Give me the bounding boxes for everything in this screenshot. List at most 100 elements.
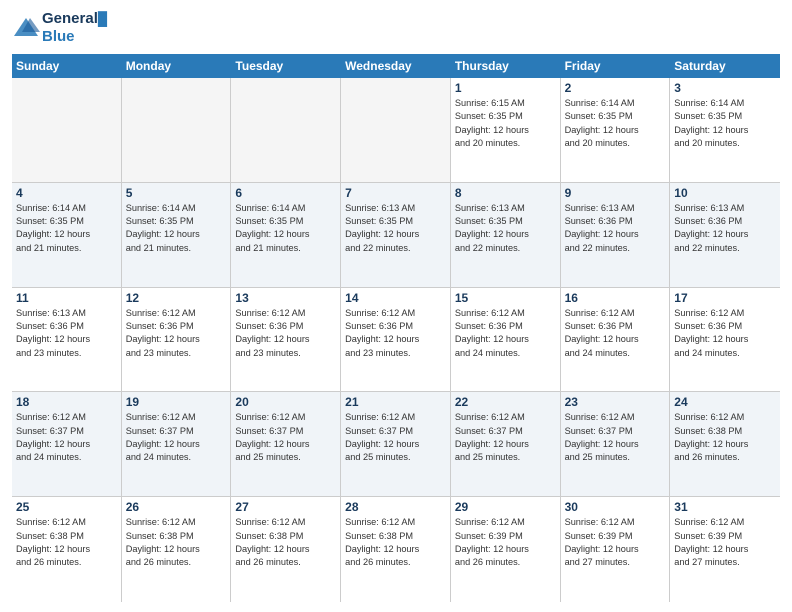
day-info: Sunrise: 6:12 AMSunset: 6:36 PMDaylight:… xyxy=(126,307,227,360)
day-cell-29: 29 Sunrise: 6:12 AMSunset: 6:39 PMDayligh… xyxy=(451,497,561,602)
header: General█Blue xyxy=(12,10,780,46)
day-info: Sunrise: 6:13 AMSunset: 6:35 PMDaylight:… xyxy=(345,202,446,255)
day-cell-22: 22Sunrise: 6:12 AMSunset: 6:37 PMDayligh… xyxy=(451,392,561,496)
day-header-friday: Friday xyxy=(561,54,671,78)
day-info: Sunrise: 6:14 AMSunset: 6:35 PMDaylight:… xyxy=(16,202,117,255)
day-cell-25: 25 Sunrise: 6:12 AMSunset: 6:38 PMDayligh… xyxy=(12,497,122,602)
day-number: 27 xyxy=(235,500,336,514)
day-cell-9: 9 Sunrise: 6:13 AMSunset: 6:36 PMDaylight… xyxy=(561,183,671,287)
day-header-sunday: Sunday xyxy=(12,54,122,78)
day-cell-12: 12Sunrise: 6:12 AMSunset: 6:36 PMDayligh… xyxy=(122,288,232,392)
day-number: 26 xyxy=(126,500,227,514)
day-cell-empty xyxy=(122,78,232,182)
day-cell-5: 5 Sunrise: 6:14 AMSunset: 6:35 PMDaylight… xyxy=(122,183,232,287)
day-info: Sunrise: 6:12 AMSunset: 6:36 PMDaylight:… xyxy=(674,307,776,360)
day-cell-8: 8 Sunrise: 6:13 AMSunset: 6:35 PMDaylight… xyxy=(451,183,561,287)
day-info: Sunrise: 6:12 AMSunset: 6:37 PMDaylight:… xyxy=(565,411,666,464)
day-info: Sunrise: 6:14 AMSunset: 6:35 PMDaylight:… xyxy=(565,97,666,150)
day-info: Sunrise: 6:12 AMSunset: 6:38 PMDaylight:… xyxy=(235,516,336,569)
day-info: Sunrise: 6:12 AMSunset: 6:38 PMDaylight:… xyxy=(126,516,227,569)
day-info: Sunrise: 6:12 AMSunset: 6:36 PMDaylight:… xyxy=(565,307,666,360)
day-number: 24 xyxy=(674,395,776,409)
day-info: Sunrise: 6:13 AMSunset: 6:35 PMDaylight:… xyxy=(455,202,556,255)
day-number: 7 xyxy=(345,186,446,200)
day-number: 3 xyxy=(674,81,776,95)
day-cell-1: 1 Sunrise: 6:15 AMSunset: 6:35 PMDaylight… xyxy=(451,78,561,182)
day-cell-17: 17 Sunrise: 6:12 AMSunset: 6:36 PMDayligh… xyxy=(670,288,780,392)
day-info: Sunrise: 6:12 AMSunset: 6:36 PMDaylight:… xyxy=(345,307,446,360)
day-number: 13 xyxy=(235,291,336,305)
logo-icon xyxy=(12,14,40,42)
day-number: 21 xyxy=(345,395,446,409)
day-cell-19: 19Sunrise: 6:12 AMSunset: 6:37 PMDayligh… xyxy=(122,392,232,496)
day-number: 30 xyxy=(565,500,666,514)
logo-text: General█Blue xyxy=(42,10,107,46)
week-row-4: 18 Sunrise: 6:12 AMSunset: 6:37 PMDayligh… xyxy=(12,392,780,497)
day-info: Sunrise: 6:12 AMSunset: 6:38 PMDaylight:… xyxy=(16,516,117,569)
day-number: 31 xyxy=(674,500,776,514)
day-cell-empty xyxy=(341,78,451,182)
day-info: Sunrise: 6:14 AMSunset: 6:35 PMDaylight:… xyxy=(126,202,227,255)
day-number: 29 xyxy=(455,500,556,514)
day-info: Sunrise: 6:14 AMSunset: 6:35 PMDaylight:… xyxy=(235,202,336,255)
day-number: 25 xyxy=(16,500,117,514)
day-header-saturday: Saturday xyxy=(670,54,780,78)
day-cell-18: 18 Sunrise: 6:12 AMSunset: 6:37 PMDayligh… xyxy=(12,392,122,496)
day-number: 4 xyxy=(16,186,117,200)
calendar-grid: 1 Sunrise: 6:15 AMSunset: 6:35 PMDaylight… xyxy=(12,78,780,602)
page: General█Blue SundayMondayTuesdayWednesda… xyxy=(0,0,792,612)
day-info: Sunrise: 6:15 AMSunset: 6:35 PMDaylight:… xyxy=(455,97,556,150)
day-cell-23: 23 Sunrise: 6:12 AMSunset: 6:37 PMDayligh… xyxy=(561,392,671,496)
day-info: Sunrise: 6:12 AMSunset: 6:37 PMDaylight:… xyxy=(345,411,446,464)
day-number: 15 xyxy=(455,291,556,305)
day-cell-16: 16 Sunrise: 6:12 AMSunset: 6:36 PMDayligh… xyxy=(561,288,671,392)
day-cell-2: 2 Sunrise: 6:14 AMSunset: 6:35 PMDaylight… xyxy=(561,78,671,182)
day-header-thursday: Thursday xyxy=(451,54,561,78)
day-number: 10 xyxy=(674,186,776,200)
day-info: Sunrise: 6:12 AMSunset: 6:36 PMDaylight:… xyxy=(235,307,336,360)
day-info: Sunrise: 6:13 AMSunset: 6:36 PMDaylight:… xyxy=(16,307,117,360)
day-cell-15: 15 Sunrise: 6:12 AMSunset: 6:36 PMDayligh… xyxy=(451,288,561,392)
day-cell-empty xyxy=(231,78,341,182)
day-cell-31: 31 Sunrise: 6:12 AMSunset: 6:39 PMDayligh… xyxy=(670,497,780,602)
day-info: Sunrise: 6:14 AMSunset: 6:35 PMDaylight:… xyxy=(674,97,776,150)
logo: General█Blue xyxy=(12,10,107,46)
day-cell-21: 21 Sunrise: 6:12 AMSunset: 6:37 PMDayligh… xyxy=(341,392,451,496)
day-cell-24: 24Sunrise: 6:12 AMSunset: 6:38 PMDayligh… xyxy=(670,392,780,496)
day-number: 14 xyxy=(345,291,446,305)
day-number: 1 xyxy=(455,81,556,95)
day-cell-empty xyxy=(12,78,122,182)
day-number: 9 xyxy=(565,186,666,200)
day-info: Sunrise: 6:12 AMSunset: 6:39 PMDaylight:… xyxy=(565,516,666,569)
day-number: 23 xyxy=(565,395,666,409)
day-info: Sunrise: 6:12 AMSunset: 6:36 PMDaylight:… xyxy=(455,307,556,360)
week-row-1: 1 Sunrise: 6:15 AMSunset: 6:35 PMDaylight… xyxy=(12,78,780,183)
day-number: 11 xyxy=(16,291,117,305)
day-number: 17 xyxy=(674,291,776,305)
day-cell-13: 13 Sunrise: 6:12 AMSunset: 6:36 PMDayligh… xyxy=(231,288,341,392)
day-header-tuesday: Tuesday xyxy=(231,54,341,78)
day-number: 6 xyxy=(235,186,336,200)
day-number: 16 xyxy=(565,291,666,305)
week-row-5: 25 Sunrise: 6:12 AMSunset: 6:38 PMDayligh… xyxy=(12,497,780,602)
day-cell-27: 27 Sunrise: 6:12 AMSunset: 6:38 PMDayligh… xyxy=(231,497,341,602)
day-number: 8 xyxy=(455,186,556,200)
day-info: Sunrise: 6:12 AMSunset: 6:39 PMDaylight:… xyxy=(674,516,776,569)
day-info: Sunrise: 6:12 AMSunset: 6:37 PMDaylight:… xyxy=(16,411,117,464)
day-info: Sunrise: 6:12 AMSunset: 6:38 PMDaylight:… xyxy=(345,516,446,569)
day-cell-20: 20Sunrise: 6:12 AMSunset: 6:37 PMDayligh… xyxy=(231,392,341,496)
day-cell-7: 7 Sunrise: 6:13 AMSunset: 6:35 PMDaylight… xyxy=(341,183,451,287)
day-header-monday: Monday xyxy=(122,54,232,78)
day-info: Sunrise: 6:12 AMSunset: 6:37 PMDaylight:… xyxy=(235,411,336,464)
day-cell-26: 26 Sunrise: 6:12 AMSunset: 6:38 PMDayligh… xyxy=(122,497,232,602)
day-headers: SundayMondayTuesdayWednesdayThursdayFrid… xyxy=(12,54,780,78)
day-number: 5 xyxy=(126,186,227,200)
day-cell-30: 30 Sunrise: 6:12 AMSunset: 6:39 PMDayligh… xyxy=(561,497,671,602)
day-number: 18 xyxy=(16,395,117,409)
day-info: Sunrise: 6:13 AMSunset: 6:36 PMDaylight:… xyxy=(674,202,776,255)
day-info: Sunrise: 6:13 AMSunset: 6:36 PMDaylight:… xyxy=(565,202,666,255)
day-number: 22 xyxy=(455,395,556,409)
day-info: Sunrise: 6:12 AMSunset: 6:39 PMDaylight:… xyxy=(455,516,556,569)
day-number: 2 xyxy=(565,81,666,95)
day-cell-3: 3 Sunrise: 6:14 AMSunset: 6:35 PMDaylight… xyxy=(670,78,780,182)
